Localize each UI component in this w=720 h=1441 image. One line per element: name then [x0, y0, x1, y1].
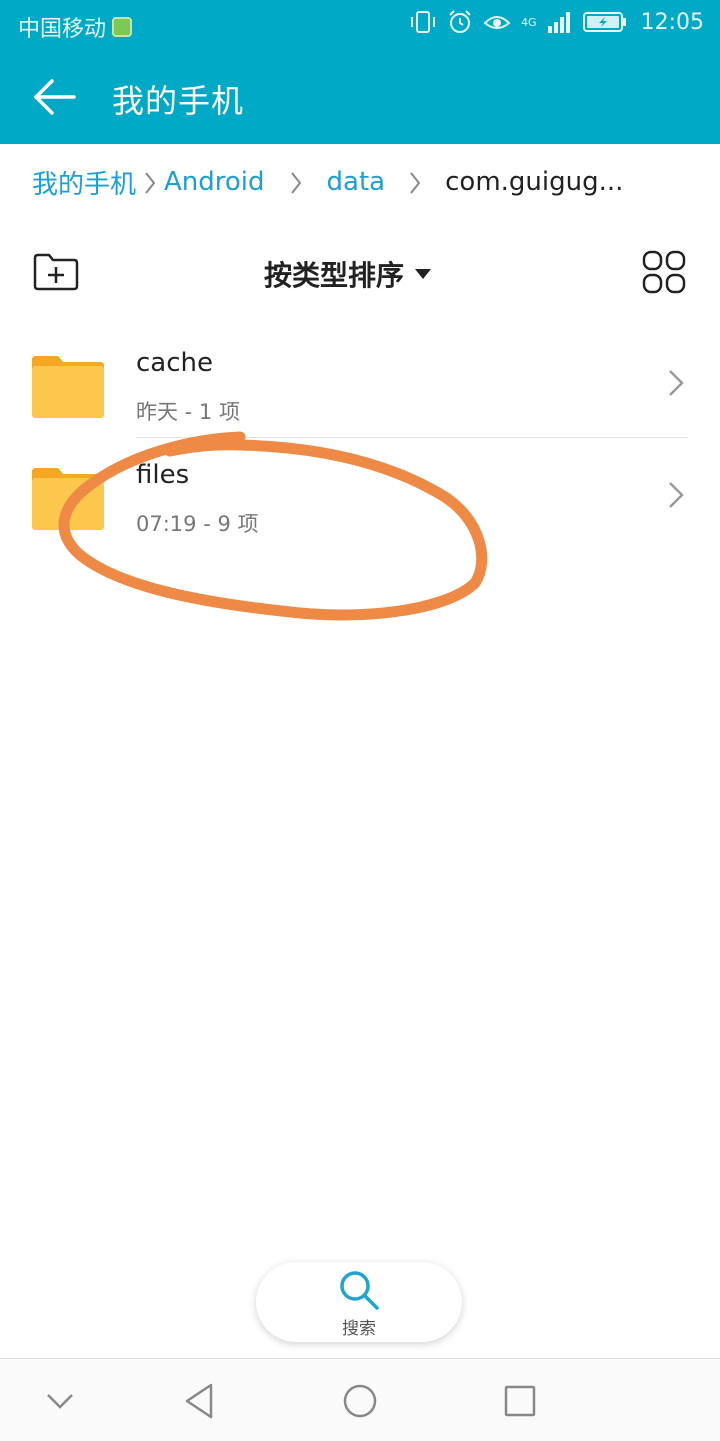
nav-home-icon[interactable] — [338, 1379, 382, 1423]
sort-dropdown[interactable]: 按类型排序 — [264, 254, 432, 294]
new-folder-icon — [33, 253, 79, 291]
breadcrumb-separator-icon — [385, 167, 445, 197]
carrier-info: 中国移动 — [18, 11, 133, 43]
dropdown-arrow-icon — [415, 269, 432, 279]
toolbar: 按类型排序 — [0, 226, 720, 318]
eye-comfort-icon — [483, 16, 511, 29]
breadcrumb-item-current: com.guigug... — [445, 167, 624, 197]
breadcrumb-item-android[interactable]: Android — [164, 167, 265, 197]
grid-view-button[interactable] — [642, 250, 686, 294]
search-button[interactable]: 搜索 — [256, 1262, 462, 1342]
file-list: cache 昨天 - 1 项 files 07:19 - 9 项 — [0, 326, 720, 550]
carrier-name: 中国移动 — [18, 17, 107, 42]
folder-icon — [32, 356, 104, 418]
file-name: files — [136, 460, 190, 490]
network-type: 4G — [521, 15, 537, 29]
new-folder-button[interactable] — [32, 252, 80, 292]
breadcrumb-item-root[interactable]: 我的手机 — [32, 164, 136, 201]
file-meta: 07:19 - 9 项 — [136, 512, 259, 536]
back-arrow-icon — [34, 79, 76, 115]
file-row-files[interactable]: files 07:19 - 9 项 — [0, 438, 720, 550]
alarm-icon — [449, 10, 471, 33]
app-bar: 我的手机 — [0, 50, 720, 144]
breadcrumb-separator-icon — [265, 167, 327, 197]
navigation-bar — [0, 1358, 720, 1441]
battery-icon — [582, 12, 626, 32]
search-label: 搜索 — [342, 1319, 376, 1339]
file-row-cache[interactable]: cache 昨天 - 1 项 — [0, 326, 720, 438]
clock: 12:05 — [640, 9, 704, 35]
search-icon — [340, 1271, 379, 1310]
grid-view-icon — [642, 250, 686, 294]
nav-back-icon[interactable] — [178, 1379, 222, 1423]
status-bar: 中国移动 4G 12:05 — [0, 0, 720, 50]
chevron-right-icon — [669, 370, 684, 396]
vibrate-icon — [411, 11, 436, 33]
breadcrumb-item-data[interactable]: data — [327, 167, 386, 197]
file-name: cache — [136, 348, 213, 378]
file-meta: 昨天 - 1 项 — [136, 400, 240, 424]
breadcrumb: 我的手机 Android data com.guigug... — [0, 144, 720, 220]
nav-recent-apps-icon[interactable] — [498, 1379, 542, 1423]
gallery-notification-icon — [112, 17, 133, 37]
signal-icon — [547, 12, 570, 33]
hide-nav-chevron-down-icon[interactable] — [38, 1379, 82, 1423]
folder-icon — [32, 468, 104, 530]
sort-label: 按类型排序 — [264, 259, 405, 292]
back-button[interactable] — [30, 74, 80, 120]
chevron-right-icon — [669, 482, 684, 508]
page-title: 我的手机 — [112, 82, 245, 120]
status-icons: 4G 12:05 — [409, 9, 704, 35]
breadcrumb-separator-icon — [136, 167, 164, 197]
